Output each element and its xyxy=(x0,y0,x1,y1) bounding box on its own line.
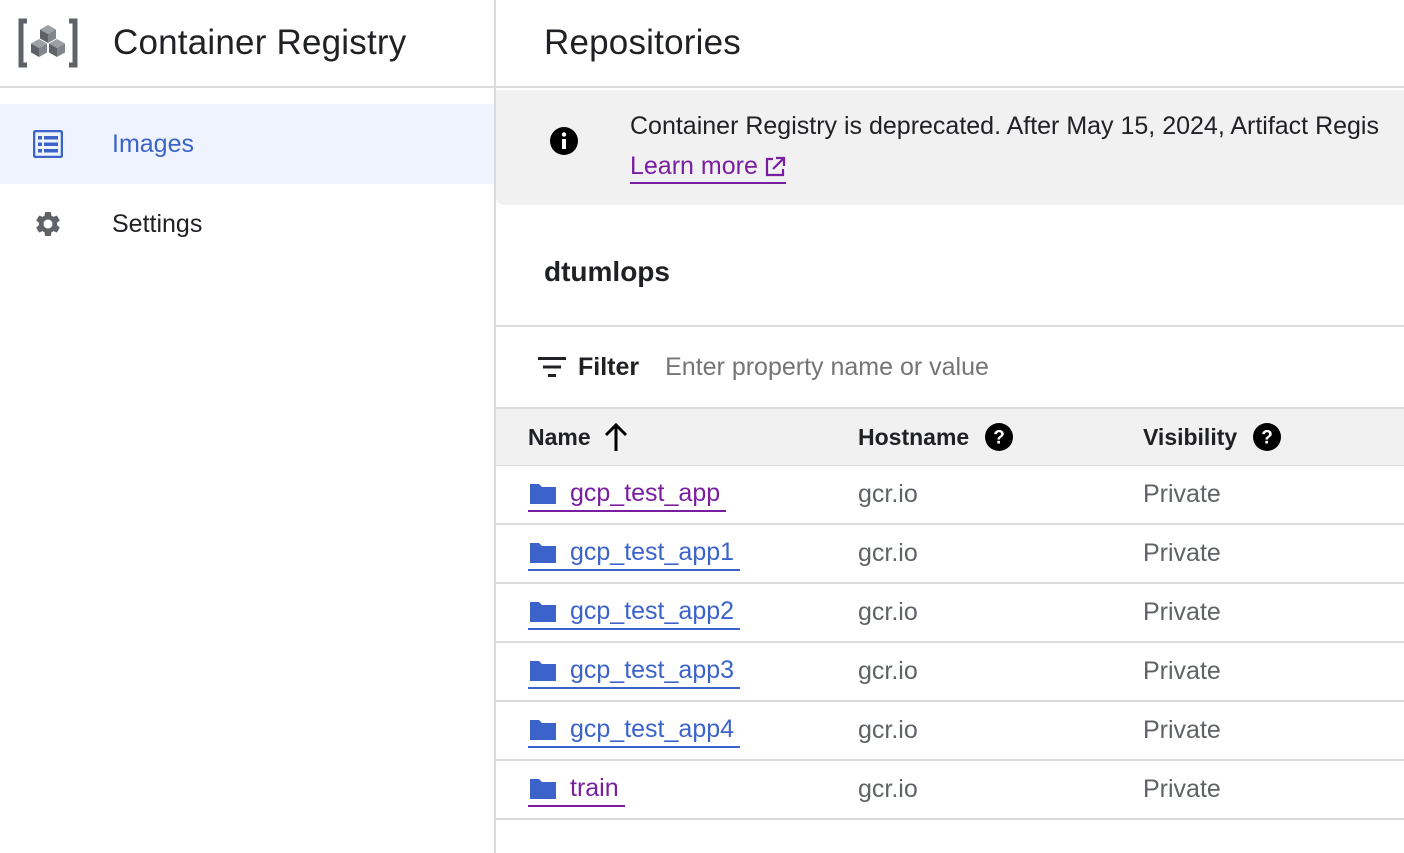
repository-link[interactable]: gcp_test_app4 xyxy=(528,715,741,748)
learn-more-label: Learn more xyxy=(630,152,758,180)
gear-icon xyxy=(32,208,64,240)
visibility-cell: Private xyxy=(1143,539,1221,567)
banner-message: Container Registry is deprecated. After … xyxy=(630,112,1379,140)
help-icon[interactable]: ? xyxy=(1253,423,1282,451)
arrow-up-icon[interactable] xyxy=(603,422,629,452)
hostname-cell: gcr.io xyxy=(858,775,918,803)
repository-link[interactable]: gcp_test_app1 xyxy=(528,538,741,571)
sidebar-item-label: Images xyxy=(112,129,194,158)
app-title: Container Registry xyxy=(113,23,407,62)
sidebar-header: Container Registry xyxy=(0,0,494,88)
repository-name-label: gcp_test_app3 xyxy=(570,656,735,684)
visibility-cell: Private xyxy=(1143,480,1221,508)
repository-name-label: gcp_test_app1 xyxy=(570,538,735,566)
list-icon xyxy=(32,128,64,160)
folder-icon xyxy=(528,600,558,624)
hostname-cell: gcr.io xyxy=(858,716,918,744)
column-header-label: Hostname xyxy=(858,423,970,450)
sidebar-nav: Images Settings xyxy=(0,88,494,264)
column-header-visibility: Visibility ? xyxy=(1143,423,1282,451)
sidebar-item-images[interactable]: Images xyxy=(0,104,494,184)
filter-label: Filter xyxy=(578,352,640,381)
table-row: gcp_test_app4 gcr.io Private xyxy=(496,702,1404,761)
visibility-cell: Private xyxy=(1143,657,1221,685)
repository-name: dtumlops xyxy=(544,256,670,287)
table-row: gcp_test_app gcr.io Private xyxy=(496,466,1404,525)
info-icon xyxy=(549,126,579,156)
repository-link[interactable]: gcp_test_app3 xyxy=(528,656,741,689)
sidebar: Container Registry Images Settings xyxy=(0,0,494,853)
filter-bar: Filter xyxy=(496,325,1404,409)
folder-icon xyxy=(528,482,558,506)
folder-icon xyxy=(528,541,558,565)
page-title: Repositories xyxy=(544,23,741,62)
svg-text:?: ? xyxy=(1261,428,1273,449)
filter-icon[interactable] xyxy=(538,355,566,379)
main-header: Repositories xyxy=(496,0,1404,88)
repository-name-label: gcp_test_app4 xyxy=(570,715,735,743)
visibility-cell: Private xyxy=(1143,716,1221,744)
external-link-icon xyxy=(764,156,786,178)
hostname-cell: gcr.io xyxy=(858,539,918,567)
table-row: gcp_test_app1 gcr.io Private xyxy=(496,525,1404,584)
repositories-table: Name Hostname ? Visibility ? gcp_test_ap… xyxy=(496,409,1404,820)
repository-link[interactable]: gcp_test_app2 xyxy=(528,597,741,630)
column-header-label: Name xyxy=(528,423,591,450)
container-registry-logo-icon[interactable] xyxy=(17,17,79,69)
learn-more-link[interactable]: Learn more xyxy=(630,152,786,184)
folder-icon xyxy=(528,718,558,742)
folder-icon xyxy=(528,777,558,801)
column-header-name[interactable]: Name xyxy=(528,422,629,452)
main-content: Repositories Container Registry is depre… xyxy=(496,0,1404,853)
folder-icon xyxy=(528,659,558,683)
visibility-cell: Private xyxy=(1143,775,1221,803)
deprecation-banner: Container Registry is deprecated. After … xyxy=(496,90,1404,205)
repository-name-label: gcp_test_app xyxy=(570,479,721,507)
repository-name-label: train xyxy=(570,774,619,802)
table-row: gcp_test_app3 gcr.io Private xyxy=(496,643,1404,702)
table-body: gcp_test_app gcr.io Private gcp_test_app1 gc… xyxy=(496,466,1404,820)
repository-link[interactable]: gcp_test_app xyxy=(528,479,727,512)
repository-link[interactable]: train xyxy=(528,774,625,807)
repository-name-label: gcp_test_app2 xyxy=(570,597,735,625)
column-header-label: Visibility xyxy=(1143,423,1238,450)
help-icon[interactable]: ? xyxy=(985,423,1014,451)
svg-text:?: ? xyxy=(993,428,1005,449)
hostname-cell: gcr.io xyxy=(858,657,918,685)
sidebar-item-settings[interactable]: Settings xyxy=(0,184,494,264)
hostname-cell: gcr.io xyxy=(858,480,918,508)
sidebar-item-label: Settings xyxy=(112,209,203,238)
hostname-cell: gcr.io xyxy=(858,598,918,626)
table-row: gcp_test_app2 gcr.io Private xyxy=(496,584,1404,643)
visibility-cell: Private xyxy=(1143,598,1221,626)
table-header: Name Hostname ? Visibility ? xyxy=(496,409,1404,466)
table-row: train gcr.io Private xyxy=(496,761,1404,820)
column-header-hostname: Hostname ? xyxy=(858,423,1014,451)
filter-input[interactable] xyxy=(665,352,1166,382)
